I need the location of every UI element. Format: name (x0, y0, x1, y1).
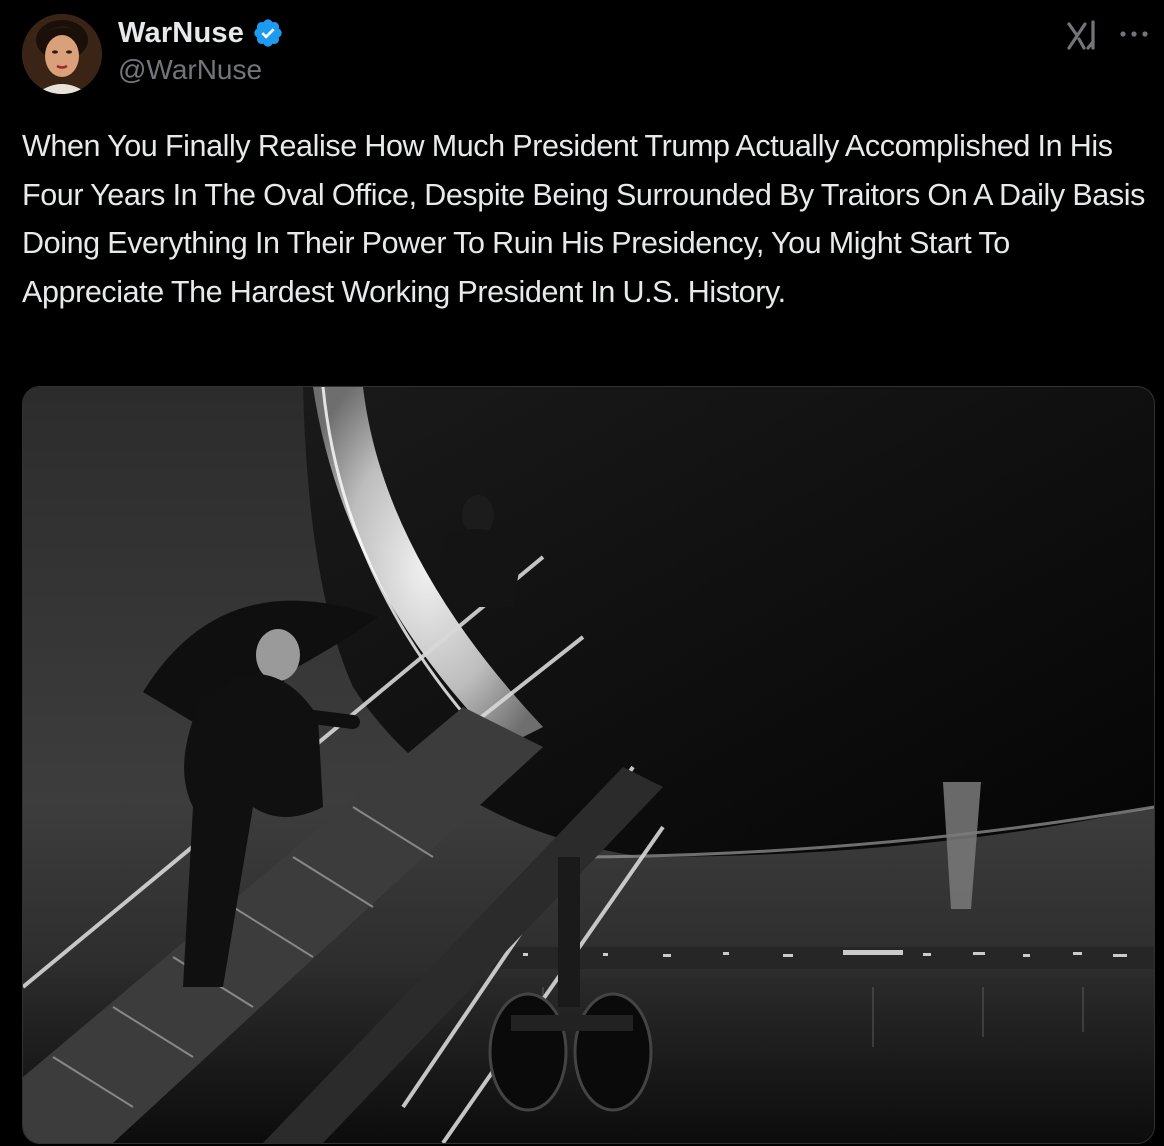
photo-image (23, 387, 1154, 1143)
grok-icon[interactable] (1064, 18, 1102, 52)
avatar-image (22, 14, 102, 94)
more-options-icon[interactable] (1118, 26, 1150, 42)
avatar[interactable] (22, 14, 102, 94)
verified-badge-icon (252, 17, 284, 49)
tweet-card: WarNuse @WarNuse When You Finally Realis… (0, 0, 1164, 1146)
author-display-name[interactable]: WarNuse (118, 17, 244, 50)
author-name-row: WarNuse (118, 14, 284, 52)
tweet-photo[interactable] (22, 386, 1155, 1144)
tweet-text: When You Finally Realise How Much Presid… (22, 129, 1145, 309)
author-handle[interactable]: @WarNuse (118, 54, 262, 86)
